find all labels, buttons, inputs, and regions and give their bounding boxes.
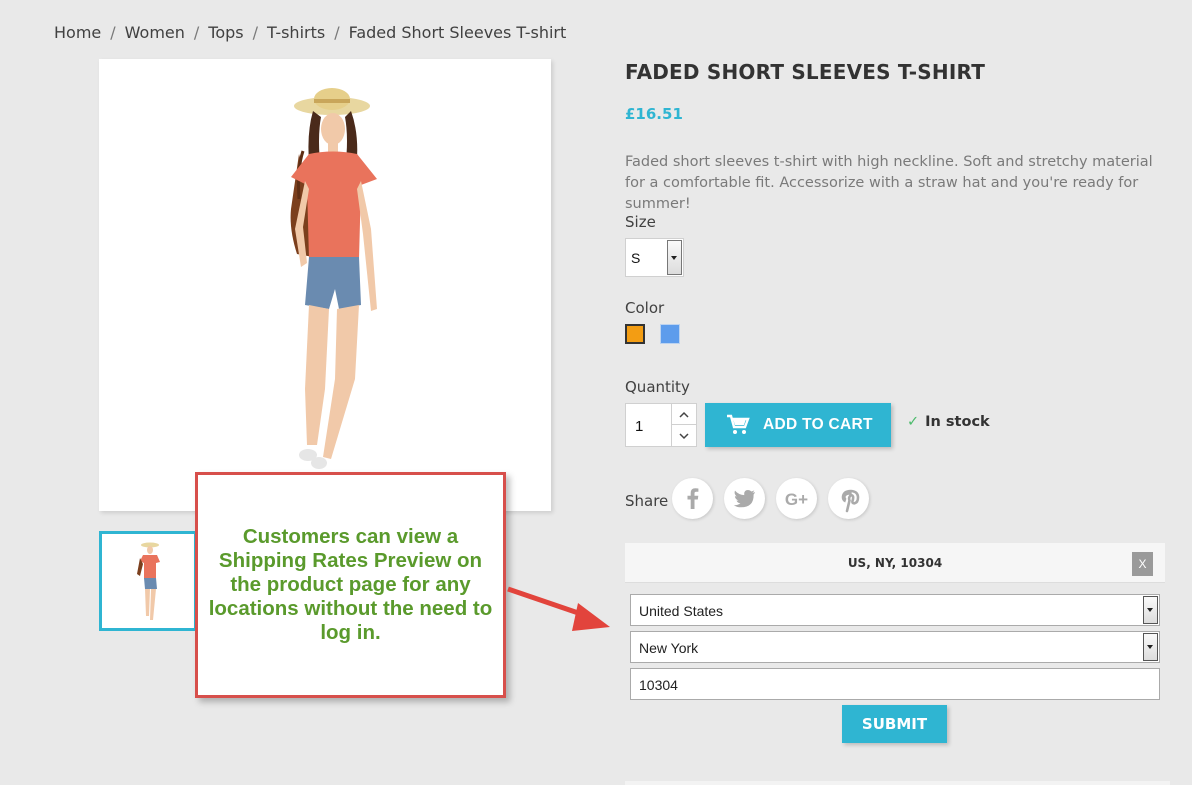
quantity-increment-button[interactable] — [672, 404, 696, 425]
breadcrumb: Home / Women / Tops / T-shirts / Faded Short Sle… — [54, 23, 566, 42]
product-page: Home / Women / Tops / T-shirts / Faded Short Sle… — [0, 0, 1192, 785]
breadcrumb-tshirts[interactable]: T-shirts — [267, 23, 325, 42]
breadcrumb-separator: / — [110, 23, 116, 42]
shipping-submit-button[interactable]: SUBMIT — [842, 705, 947, 743]
stock-label: In stock — [925, 414, 990, 430]
share-twitter-button[interactable] — [724, 478, 765, 519]
state-select[interactable]: New York — [630, 631, 1160, 663]
breadcrumb-separator: / — [193, 23, 200, 42]
quantity-label: Quantity — [625, 378, 690, 396]
shipping-preview-header: US, NY, 10304 X — [625, 543, 1165, 583]
facebook-icon — [687, 488, 699, 509]
breadcrumb-current: Faded Short Sleeves T-shirt — [348, 23, 567, 42]
chevron-down-icon — [679, 433, 689, 440]
section-divider — [625, 781, 1170, 785]
share-google-plus-button[interactable]: G+ — [776, 478, 817, 519]
product-price: £16.51 — [625, 105, 683, 123]
dropdown-arrow-icon — [667, 240, 682, 275]
twitter-icon — [733, 490, 755, 508]
breadcrumb-women[interactable]: Women — [125, 23, 185, 42]
check-icon: ✓ — [907, 414, 920, 430]
google-plus-icon: G+ — [785, 490, 808, 509]
state-select-value: New York — [639, 640, 699, 656]
breadcrumb-separator: / — [252, 23, 259, 42]
zip-input-value: 10304 — [639, 677, 678, 693]
product-description: Faded short sleeves t-shirt with high ne… — [625, 154, 1153, 212]
annotation-arrow-icon — [507, 586, 610, 631]
svg-text:G+: G+ — [785, 490, 808, 509]
share-facebook-button[interactable] — [672, 478, 713, 519]
dropdown-arrow-icon — [1143, 596, 1158, 624]
stock-status: ✓ In stock — [907, 414, 990, 430]
product-title: FADED SHORT SLEEVES T-SHIRT — [625, 60, 986, 84]
shipping-location-summary: US, NY, 10304 — [847, 556, 943, 570]
quantity-stepper[interactable]: 1 — [625, 403, 697, 447]
add-to-cart-button[interactable]: ADD TO CART — [705, 403, 891, 447]
breadcrumb-tops[interactable]: Tops — [208, 23, 243, 42]
color-label: Color — [625, 299, 665, 317]
breadcrumb-home[interactable]: Home — [54, 23, 101, 42]
pinterest-icon — [841, 489, 860, 513]
chevron-up-icon — [679, 411, 689, 418]
share-pinterest-button[interactable] — [828, 478, 869, 519]
quantity-decrement-button[interactable] — [672, 425, 696, 446]
model-thumbnail-photo — [137, 542, 160, 620]
quantity-buttons — [671, 404, 696, 446]
cart-icon — [727, 414, 750, 434]
country-select[interactable]: United States — [630, 594, 1160, 626]
product-thumbnail[interactable] — [99, 531, 197, 631]
annotation-callout-text: Customers can view a Shipping Rates Prev… — [208, 525, 493, 644]
annotation-callout: Customers can view a Shipping Rates Prev… — [195, 472, 506, 698]
country-select-value: United States — [639, 603, 724, 619]
add-to-cart-label: ADD TO CART — [763, 416, 873, 433]
color-swatch-blue[interactable] — [660, 324, 680, 344]
product-main-image[interactable] — [99, 59, 551, 511]
zip-input[interactable]: 10304 — [630, 668, 1160, 700]
quantity-value: 1 — [635, 418, 644, 435]
shipping-close-button[interactable]: X — [1132, 552, 1153, 576]
share-label: Share — [625, 492, 669, 510]
model-photo — [290, 88, 377, 469]
dropdown-arrow-icon — [1143, 633, 1158, 661]
size-label: Size — [625, 213, 656, 231]
breadcrumb-separator: / — [334, 23, 340, 42]
size-select-value: S — [631, 250, 641, 266]
size-select[interactable]: S — [625, 238, 684, 277]
color-swatch-orange[interactable] — [625, 324, 645, 344]
